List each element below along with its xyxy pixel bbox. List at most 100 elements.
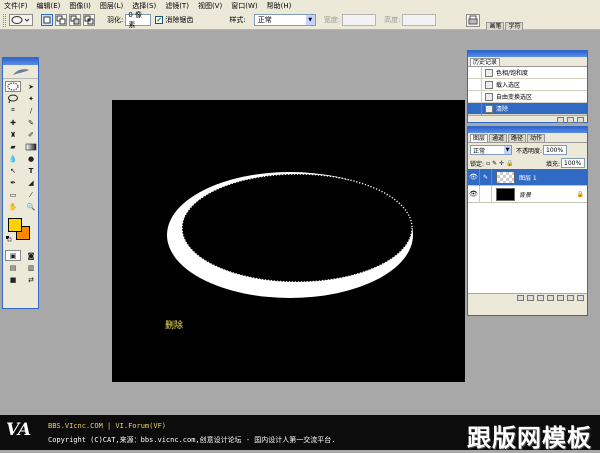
menu-edit[interactable]: 编辑(E) (37, 1, 61, 11)
layer-row[interactable]: 👁 ✎ 图层 1 (468, 168, 587, 186)
eye-icon[interactable]: 👁 (468, 168, 480, 186)
brush-tool[interactable]: ✎ (23, 117, 39, 128)
fill-input[interactable]: 100% (561, 158, 585, 168)
shape-tool[interactable]: ◢ (23, 177, 39, 188)
eyedropper-icon: ⁄ (30, 190, 32, 199)
lock-icons[interactable]: ▫✎✛🔒 (486, 160, 516, 167)
crop-tool[interactable]: ⌗ (5, 105, 21, 116)
subtract-selection-button[interactable] (69, 14, 81, 26)
layer-style-button[interactable] (527, 295, 534, 301)
chevron-down-icon: ▼ (305, 15, 315, 25)
magnifier-icon: 🔍 (26, 202, 36, 211)
hand-tool[interactable]: ✋ (5, 201, 21, 212)
new-snapshot-button[interactable] (557, 117, 564, 123)
brand-watermark: 跟版网模板 (467, 424, 592, 452)
menu-help[interactable]: 帮助(H) (267, 1, 292, 11)
layers-empty-area (468, 203, 587, 293)
healing-brush-tool[interactable]: ✚ (5, 117, 21, 128)
new-adjustment-button[interactable] (557, 295, 564, 301)
tab-layers[interactable]: 图层 (470, 134, 489, 142)
default-colors-icon[interactable] (6, 236, 12, 242)
gradient-icon (25, 143, 37, 150)
antialias-checkbox[interactable]: ✔ (155, 16, 164, 24)
marquee-tool[interactable] (5, 81, 21, 92)
path-selection-tool[interactable]: ↖ (5, 165, 21, 176)
move-tool[interactable]: ➤ (23, 81, 39, 92)
history-item[interactable]: 自由变换选区 (468, 90, 587, 103)
tab-brushes[interactable]: 画笔 (486, 21, 505, 30)
clone-stamp-tool[interactable]: ♜ (5, 129, 21, 140)
eye-icon[interactable]: 👁 (468, 185, 480, 203)
slice-tool[interactable]: ∕ (23, 105, 39, 116)
menu-filter[interactable]: 滤镜(T) (165, 1, 189, 11)
tab-channels[interactable]: 通道 (489, 134, 508, 142)
blend-mode-select[interactable]: 正常 ▼ (470, 145, 512, 155)
foreground-color-swatch[interactable] (8, 218, 22, 232)
opacity-label: 不透明度: (516, 147, 543, 155)
standard-mode-icon: ▣ (9, 251, 17, 260)
new-document-button[interactable] (567, 117, 574, 123)
notes-tool[interactable]: ▭ (5, 189, 21, 200)
history-item-selected[interactable]: 清除 (468, 102, 587, 115)
delete-layer-button[interactable] (577, 295, 584, 301)
path-arrow-icon: ↖ (10, 166, 16, 175)
link-layers-button[interactable] (517, 295, 524, 301)
magic-wand-tool[interactable]: ✦ (23, 93, 39, 104)
new-layer-button[interactable] (567, 295, 574, 301)
eraser-tool[interactable]: ▰ (5, 141, 21, 152)
eyedropper-tool[interactable]: ⁄ (23, 189, 39, 200)
zoom-tool[interactable]: 🔍 (23, 201, 39, 212)
toolbar-grip[interactable] (3, 13, 6, 27)
history-brush-tool[interactable]: ✐ (23, 129, 39, 140)
history-item[interactable]: 载入选区 (468, 78, 587, 91)
banner-line-2: Copyright (C)CAT,来源：bbs.vicnc.com,创意设计论坛… (48, 436, 336, 444)
type-tool[interactable]: T (23, 165, 39, 176)
file-browser-button[interactable] (466, 13, 481, 27)
add-mask-button[interactable] (537, 295, 544, 301)
feather-input[interactable]: 0 像素 (125, 11, 152, 29)
blur-tool[interactable]: 💧 (5, 153, 21, 164)
dodge-icon: ● (27, 154, 35, 163)
height-input[interactable] (402, 14, 437, 26)
style-select[interactable]: 正常 ▼ (253, 14, 316, 26)
pen-tool[interactable]: ✒ (5, 177, 21, 188)
adobe-feather-logo[interactable] (3, 65, 38, 79)
new-selection-button[interactable] (41, 14, 53, 26)
menu-view[interactable]: 视图(V) (198, 1, 222, 11)
quick-mask-icon: ◙ (27, 251, 35, 260)
jump-to-imageready-button[interactable]: ⇄ (23, 274, 39, 285)
menu-file[interactable]: 文件(F) (4, 1, 28, 11)
standard-mode-button[interactable]: ▣ (5, 250, 21, 261)
delete-state-button[interactable] (577, 117, 584, 123)
opacity-input[interactable]: 100% (543, 145, 568, 155)
ellipse-marquee-preset-button[interactable] (9, 14, 33, 26)
quick-mask-button[interactable]: ◙ (23, 250, 39, 261)
brush-link-icon[interactable]: ✎ (480, 168, 492, 186)
tab-history[interactable]: 历史记录 (470, 58, 501, 66)
dodge-tool[interactable]: ● (23, 153, 39, 164)
menu-image[interactable]: 图像(I) (69, 1, 91, 11)
slice-knife-icon: ∕ (29, 106, 33, 115)
tab-paths[interactable]: 路径 (508, 134, 527, 142)
new-set-button[interactable] (547, 295, 554, 301)
toolbox-titlebar[interactable] (3, 58, 38, 65)
width-input[interactable] (342, 14, 377, 26)
screen-mode-black-button[interactable]: ■ (5, 274, 21, 285)
layer-row[interactable]: 👁 背景 🔒 (468, 185, 587, 203)
document-canvas[interactable]: 删除 (112, 100, 465, 382)
tab-actions[interactable]: 动作 (527, 134, 546, 142)
screen-mode-standard-button[interactable]: ▤ (5, 262, 21, 273)
menu-select[interactable]: 选择(S) (132, 1, 156, 11)
history-step-icon (485, 92, 493, 101)
screen-mode-full-button[interactable]: ▥ (23, 262, 39, 273)
intersect-selection-button[interactable] (83, 14, 95, 26)
brush-link-icon[interactable] (480, 185, 492, 203)
lasso-tool[interactable] (5, 93, 21, 104)
gradient-tool[interactable] (23, 141, 39, 152)
add-selection-button[interactable] (55, 14, 67, 26)
history-item[interactable]: 色相/饱和度 (468, 66, 587, 79)
menu-window[interactable]: 窗口(W) (231, 1, 257, 11)
tab-characters[interactable]: 字符 (505, 21, 524, 30)
history-source-cell (468, 66, 482, 79)
menu-layer[interactable]: 图层(L) (100, 1, 123, 11)
